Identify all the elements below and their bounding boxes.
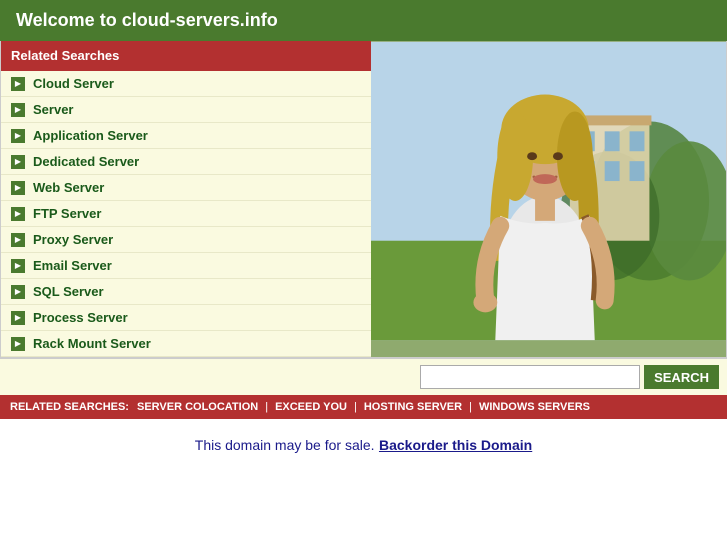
list-item[interactable]: FTP Server bbox=[1, 201, 371, 227]
footer-related-bar: RELATED SEARCHES: SERVER COLOCATION | EX… bbox=[0, 395, 727, 419]
search-item-label: Server bbox=[33, 102, 73, 117]
related-searches-header: Related Searches bbox=[1, 41, 371, 71]
page-title: Welcome to cloud-servers.info bbox=[16, 10, 278, 30]
arrow-icon bbox=[11, 129, 25, 143]
footer-separator: | bbox=[354, 401, 357, 413]
footer-link-3[interactable]: WINDOWS SERVERS bbox=[479, 401, 590, 413]
list-item[interactable]: Server bbox=[1, 97, 371, 123]
arrow-icon bbox=[11, 77, 25, 91]
search-item-label: Email Server bbox=[33, 258, 112, 273]
footer-separator: | bbox=[469, 401, 472, 413]
arrow-icon bbox=[11, 311, 25, 325]
search-item-label: Dedicated Server bbox=[33, 154, 139, 169]
backorder-link[interactable]: Backorder this Domain bbox=[379, 437, 532, 453]
list-item[interactable]: Email Server bbox=[1, 253, 371, 279]
search-item-label: Web Server bbox=[33, 180, 104, 195]
search-item-label: Proxy Server bbox=[33, 232, 113, 247]
search-button[interactable]: SEARCH bbox=[644, 365, 719, 389]
header-bar: Welcome to cloud-servers.info bbox=[0, 0, 727, 41]
bottom-area: This domain may be for sale. Backorder t… bbox=[0, 419, 727, 473]
arrow-icon bbox=[11, 233, 25, 247]
footer-link-0[interactable]: SERVER COLOCATION bbox=[137, 401, 258, 413]
arrow-icon bbox=[11, 155, 25, 169]
search-row: SEARCH bbox=[0, 358, 727, 395]
list-item[interactable]: Dedicated Server bbox=[1, 149, 371, 175]
footer-label: RELATED SEARCHES: bbox=[10, 401, 129, 413]
search-input[interactable] bbox=[420, 365, 640, 389]
search-item-label: FTP Server bbox=[33, 206, 101, 221]
photo-panel bbox=[371, 41, 726, 357]
sale-text: This domain may be for sale. bbox=[195, 437, 375, 453]
arrow-icon bbox=[11, 259, 25, 273]
arrow-icon bbox=[11, 181, 25, 195]
list-item[interactable]: Process Server bbox=[1, 305, 371, 331]
arrow-icon bbox=[11, 285, 25, 299]
list-item[interactable]: Web Server bbox=[1, 175, 371, 201]
search-item-label: Rack Mount Server bbox=[33, 336, 151, 351]
photo-area bbox=[371, 41, 726, 341]
search-item-label: Process Server bbox=[33, 310, 128, 325]
list-item[interactable]: Proxy Server bbox=[1, 227, 371, 253]
arrow-icon bbox=[11, 103, 25, 117]
related-searches-label: Related Searches bbox=[11, 48, 119, 63]
footer-link-1[interactable]: EXCEED YOU bbox=[275, 401, 347, 413]
search-item-label: Application Server bbox=[33, 128, 148, 143]
footer-link-2[interactable]: HOSTING SERVER bbox=[364, 401, 462, 413]
list-item[interactable]: Rack Mount Server bbox=[1, 331, 371, 357]
list-item[interactable]: SQL Server bbox=[1, 279, 371, 305]
search-item-label: SQL Server bbox=[33, 284, 104, 299]
footer-separator: | bbox=[265, 401, 268, 413]
left-panel: Related Searches Cloud Server Server App… bbox=[1, 41, 371, 357]
main-container: Related Searches Cloud Server Server App… bbox=[0, 41, 727, 358]
photo-svg bbox=[371, 41, 726, 341]
list-item[interactable]: Application Server bbox=[1, 123, 371, 149]
list-item[interactable]: Cloud Server bbox=[1, 71, 371, 97]
search-item-label: Cloud Server bbox=[33, 76, 114, 91]
arrow-icon bbox=[11, 337, 25, 351]
arrow-icon bbox=[11, 207, 25, 221]
